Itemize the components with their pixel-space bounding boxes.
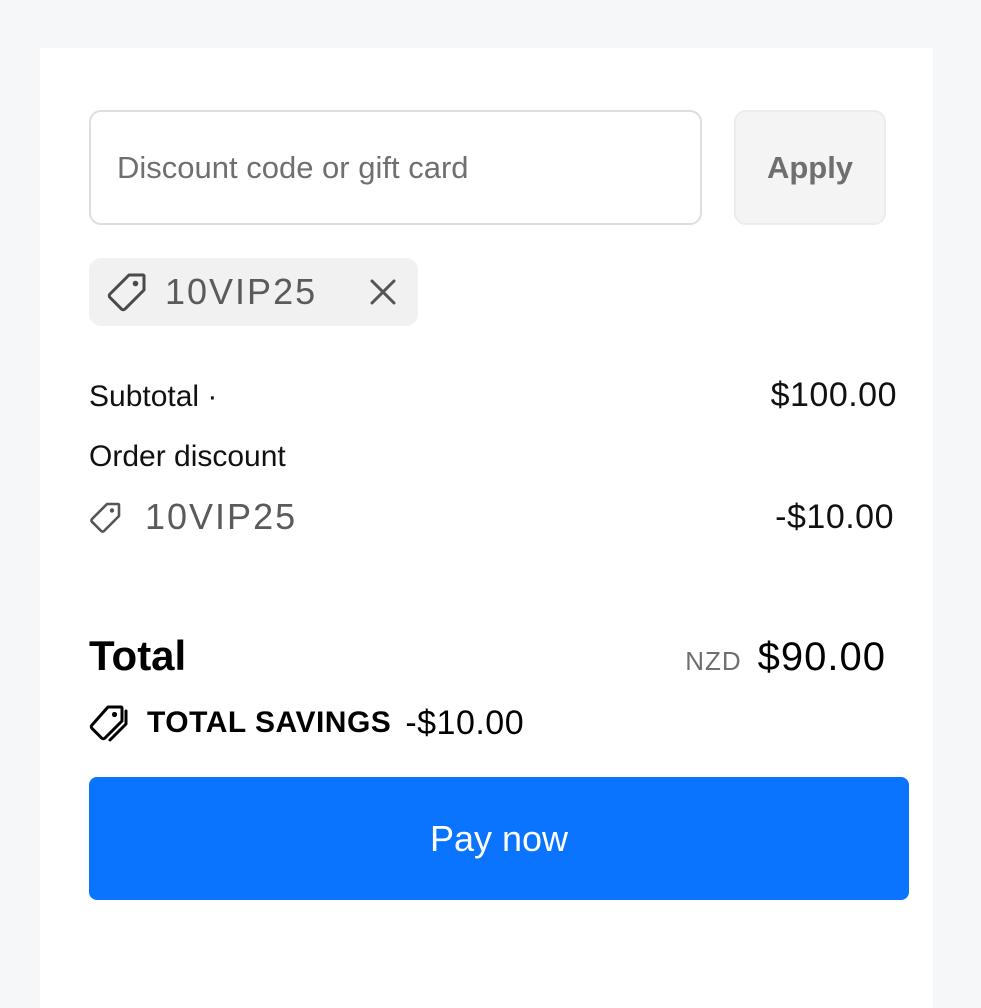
tag-icon [89, 501, 121, 533]
order-discount-code: 10VIP25 [145, 496, 298, 537]
total-savings-row: TOTAL SAVINGS -$10.00 [89, 702, 524, 744]
discount-code-input[interactable] [89, 110, 702, 225]
total-savings-value: -$10.00 [405, 703, 525, 742]
total-row: Total NZD $90.00 [89, 632, 886, 680]
subtotal-value: $100.00 [770, 376, 897, 414]
discount-code-row: Apply [89, 110, 886, 225]
applied-code-text: 10VIP25 [165, 271, 318, 312]
applied-code-chip: 10VIP25 [89, 258, 418, 326]
total-value: $90.00 [757, 635, 886, 679]
tags-icon [89, 702, 131, 744]
total-label: Total [89, 632, 187, 679]
close-icon[interactable] [368, 277, 398, 307]
total-savings-label: TOTAL SAVINGS [147, 706, 392, 739]
order-discount-code-group: 10VIP25 [89, 496, 297, 538]
subtotal-label: Subtotal · [89, 380, 218, 413]
order-discount-detail: 10VIP25 -$10.00 [89, 496, 894, 538]
currency-code: NZD [685, 646, 742, 676]
order-discount-label: Order discount [89, 440, 286, 473]
order-discount-value: -$10.00 [775, 497, 894, 536]
apply-button[interactable]: Apply [734, 110, 886, 225]
tag-icon [107, 272, 147, 312]
pay-now-button[interactable]: Pay now [89, 777, 909, 900]
total-amount-group: NZD $90.00 [685, 635, 886, 680]
checkout-summary-card: Apply 10VIP25 Subtotal · $100.00 Order d… [40, 48, 933, 1008]
order-discount-row: Order discount [89, 440, 897, 474]
subtotal-row: Subtotal · $100.00 [89, 376, 897, 415]
